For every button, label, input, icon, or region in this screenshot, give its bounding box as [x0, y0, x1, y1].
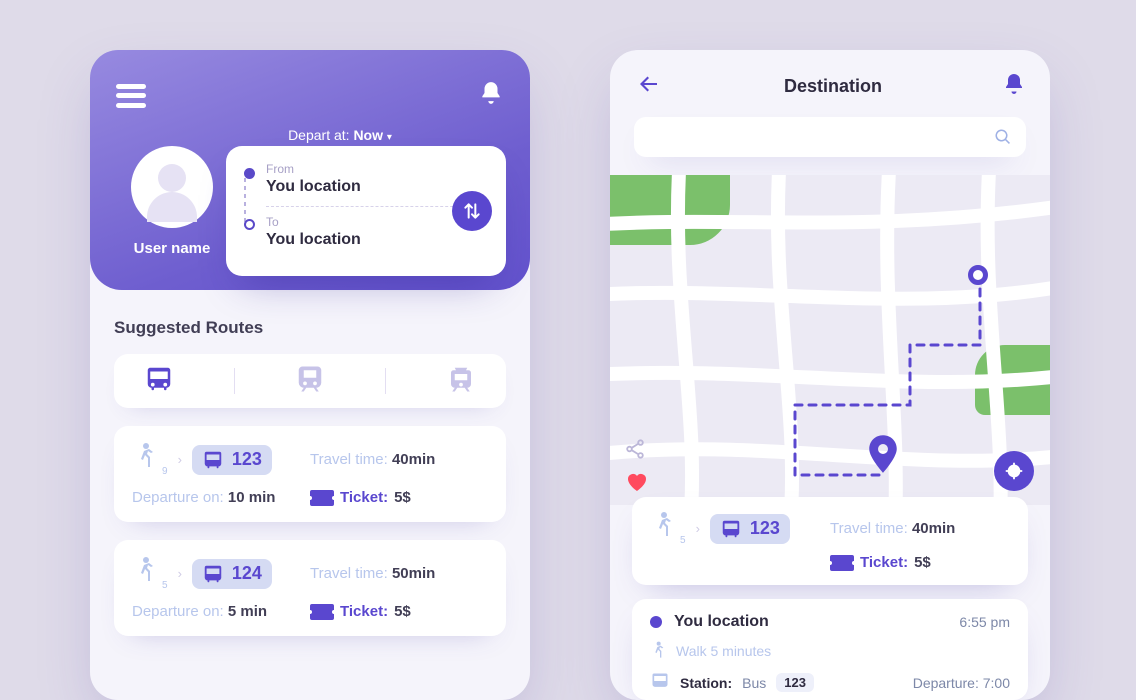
travel-value: 40min — [912, 520, 955, 537]
bus-pill: 124 — [192, 559, 272, 589]
avatar[interactable] — [131, 146, 213, 228]
walk-minutes: 5 — [680, 535, 686, 546]
walk-icon — [650, 511, 676, 546]
mode-metro[interactable] — [295, 364, 325, 399]
travel-label: Travel time: — [830, 520, 908, 537]
bell-icon[interactable] — [478, 78, 504, 113]
walk-icon — [132, 442, 158, 477]
walk-minutes: 5 — [162, 580, 168, 591]
map[interactable] — [610, 175, 1050, 505]
walk-icon — [650, 641, 666, 661]
travel-label: Travel time: — [310, 565, 392, 582]
ticket-icon — [310, 490, 334, 506]
station-mode: Bus — [742, 675, 766, 691]
departure-value: 10 min — [228, 489, 276, 506]
location-time: 6:55 pm — [959, 614, 1010, 630]
bus-number: 123 — [750, 518, 780, 539]
chevron-icon: › — [178, 566, 182, 581]
walk-minutes: 9 — [162, 466, 168, 477]
bus-icon — [650, 671, 670, 694]
origin-dot-icon — [244, 168, 255, 179]
bus-pill: 123 — [192, 445, 272, 475]
suggested-routes: Suggested Routes 9 › 123 Travel time: 40min… — [90, 290, 530, 636]
from-label: From — [266, 162, 488, 176]
from-value: You location — [266, 178, 488, 196]
ticket-icon — [310, 604, 334, 620]
destination-dot-icon — [244, 219, 255, 230]
station-label: Station: — [680, 675, 732, 691]
heart-icon[interactable] — [624, 470, 650, 499]
phone-routes: Depart at: Now ▾ User name From You loca… — [90, 50, 530, 700]
mode-bus[interactable] — [144, 364, 174, 399]
walk-icon — [132, 556, 158, 591]
locate-button[interactable] — [994, 451, 1034, 491]
search-input[interactable] — [634, 117, 1026, 157]
ticket-value: 5$ — [394, 489, 411, 506]
user-block: User name — [112, 146, 232, 257]
station-bus-number: 123 — [776, 673, 814, 692]
route-path — [610, 175, 1050, 505]
depart-label: Depart at: — [288, 127, 349, 143]
depart-value: Now — [353, 127, 383, 143]
menu-icon[interactable] — [116, 84, 146, 108]
phone-map: Destination — [610, 50, 1050, 700]
bell-icon[interactable] — [1002, 70, 1026, 103]
travel-value: 40min — [392, 451, 435, 468]
chevron-down-icon: ▾ — [387, 132, 392, 143]
mode-tabs — [114, 354, 506, 408]
swap-button[interactable] — [452, 191, 492, 231]
bus-pill: 123 — [710, 514, 790, 544]
section-title: Suggested Routes — [114, 318, 506, 338]
departure-value: 5 min — [228, 603, 267, 620]
location-name: You location — [674, 613, 769, 631]
bus-number: 124 — [232, 563, 262, 584]
travel-value: 50min — [392, 565, 435, 582]
from-row[interactable]: From You location — [266, 162, 488, 196]
ticket-label: Ticket: — [340, 489, 388, 506]
start-pin — [968, 265, 988, 285]
ticket-label: Ticket: — [340, 603, 388, 620]
location-box: From You location To You location — [226, 146, 506, 276]
route-summary-card[interactable]: 5 › 123 Travel time: 40min Ticket: 5$ — [632, 497, 1028, 585]
destination-pin — [868, 435, 898, 478]
travel-label: Travel time: — [310, 451, 392, 468]
route-card[interactable]: 5 › 124 Travel time: 50min Departure on: 5 m… — [114, 540, 506, 636]
page-title: Destination — [784, 76, 882, 97]
search-icon — [994, 128, 1012, 146]
departure-label: Departure on: — [132, 603, 228, 620]
route-card[interactable]: 9 › 123 Travel time: 40min Departure on: 10 … — [114, 426, 506, 522]
journey-card[interactable]: You location 6:55 pm Walk 5 minutes Stat… — [632, 599, 1028, 700]
depart-selector[interactable]: Depart at: Now ▾ — [176, 127, 504, 143]
back-button[interactable] — [634, 72, 664, 101]
walk-text: Walk 5 minutes — [676, 643, 771, 659]
ticket-label: Ticket: — [860, 554, 908, 571]
departure-label: Departure on: — [132, 489, 228, 506]
share-icon[interactable] — [624, 438, 646, 465]
station-dep-label: Departure: — [913, 675, 979, 691]
ticket-icon — [830, 555, 854, 571]
bus-number: 123 — [232, 449, 262, 470]
chevron-icon: › — [696, 521, 700, 536]
mode-tram[interactable] — [446, 364, 476, 399]
ticket-value: 5$ — [394, 603, 411, 620]
header: Destination — [610, 50, 1050, 103]
header: Depart at: Now ▾ User name From You loca… — [90, 50, 530, 290]
to-value: You location — [266, 231, 488, 249]
user-name: User name — [112, 240, 232, 257]
chevron-icon: › — [178, 452, 182, 467]
location-dot-icon — [650, 616, 662, 628]
ticket-value: 5$ — [914, 554, 931, 571]
station-dep-value: 7:00 — [983, 675, 1010, 691]
